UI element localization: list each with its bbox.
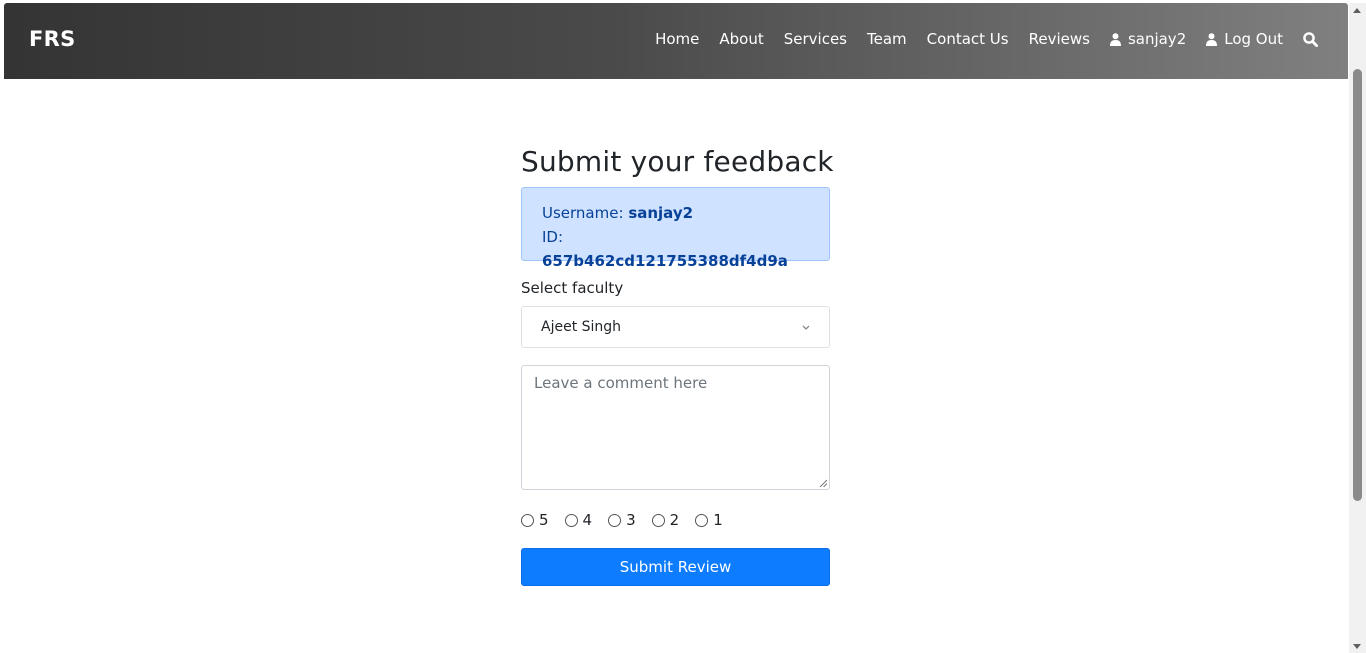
radio-button[interactable] xyxy=(695,513,709,527)
nav-contact-us[interactable]: Contact Us xyxy=(927,30,1009,48)
nav-user[interactable]: sanjay2 xyxy=(1109,30,1187,48)
faculty-select[interactable]: Ajeet Singh xyxy=(521,306,830,348)
nav-services[interactable]: Services xyxy=(784,30,847,48)
username-value: sanjay2 xyxy=(628,204,694,222)
nav-home[interactable]: Home xyxy=(655,30,699,48)
nav-logout-label: Log Out xyxy=(1224,30,1283,48)
radio-button[interactable] xyxy=(608,513,622,527)
id-value: 657b462cd121755388df4d9a xyxy=(542,252,788,270)
rating-label: 3 xyxy=(626,511,636,529)
search-button[interactable] xyxy=(1303,31,1318,47)
rating-label: 4 xyxy=(582,511,593,529)
feedback-form: Submit your feedback Username: sanjay2 I… xyxy=(521,145,834,586)
rating-option-4[interactable]: 4 xyxy=(564,511,593,529)
faculty-selected-value: Ajeet Singh xyxy=(541,319,622,335)
comment-textarea[interactable]: Leave a comment here xyxy=(521,365,830,490)
nav-about[interactable]: About xyxy=(719,30,763,48)
chevron-down-icon xyxy=(802,325,810,330)
username-label: Username: xyxy=(542,204,624,222)
username-line: Username: sanjay2 xyxy=(542,201,809,225)
page-title: Submit your feedback xyxy=(521,145,834,178)
scroll-down-arrow-icon[interactable] xyxy=(1353,644,1361,649)
brand-logo[interactable]: FRS xyxy=(29,27,76,51)
faculty-label: Select faculty xyxy=(521,279,624,297)
id-label: ID: xyxy=(542,228,564,246)
user-info-alert: Username: sanjay2 ID: 657b462cd121755388… xyxy=(521,187,830,270)
rating-radio-group: 5 4 3 2 1 xyxy=(521,511,830,529)
user-icon xyxy=(1109,32,1121,46)
nav-user-label: sanjay2 xyxy=(1127,30,1187,48)
page-frame: FRS Home About Services Team Contact Us … xyxy=(4,3,1348,653)
nav-links: Home About Services Team Contact Us Revi… xyxy=(655,30,1318,48)
search-icon xyxy=(1303,31,1318,47)
nav-reviews[interactable]: Reviews xyxy=(1029,30,1090,48)
resize-handle-icon[interactable] xyxy=(819,479,827,487)
rating-label: 1 xyxy=(713,511,723,529)
id-line: ID: 657b462cd121755388df4d9a xyxy=(542,225,809,273)
rating-label: 2 xyxy=(669,511,680,529)
rating-option-5[interactable]: 5 xyxy=(521,511,549,529)
comment-placeholder: Leave a comment here xyxy=(534,374,708,392)
radio-button[interactable] xyxy=(521,513,534,527)
submit-review-button[interactable]: Submit Review xyxy=(521,548,830,586)
page-scrollbar[interactable] xyxy=(1349,3,1366,653)
rating-option-2[interactable]: 2 xyxy=(651,511,680,529)
nav-logout[interactable]: Log Out xyxy=(1206,30,1283,48)
rating-option-3[interactable]: 3 xyxy=(608,511,636,529)
scrollbar-thumb[interactable] xyxy=(1353,69,1362,501)
navbar: FRS Home About Services Team Contact Us … xyxy=(4,3,1348,79)
nav-team[interactable]: Team xyxy=(867,30,907,48)
rating-label: 5 xyxy=(539,511,549,529)
radio-button[interactable] xyxy=(564,513,578,527)
user-icon xyxy=(1206,32,1218,46)
scroll-up-arrow-icon[interactable] xyxy=(1353,8,1361,13)
rating-option-1[interactable]: 1 xyxy=(695,511,723,529)
radio-button[interactable] xyxy=(651,513,665,527)
